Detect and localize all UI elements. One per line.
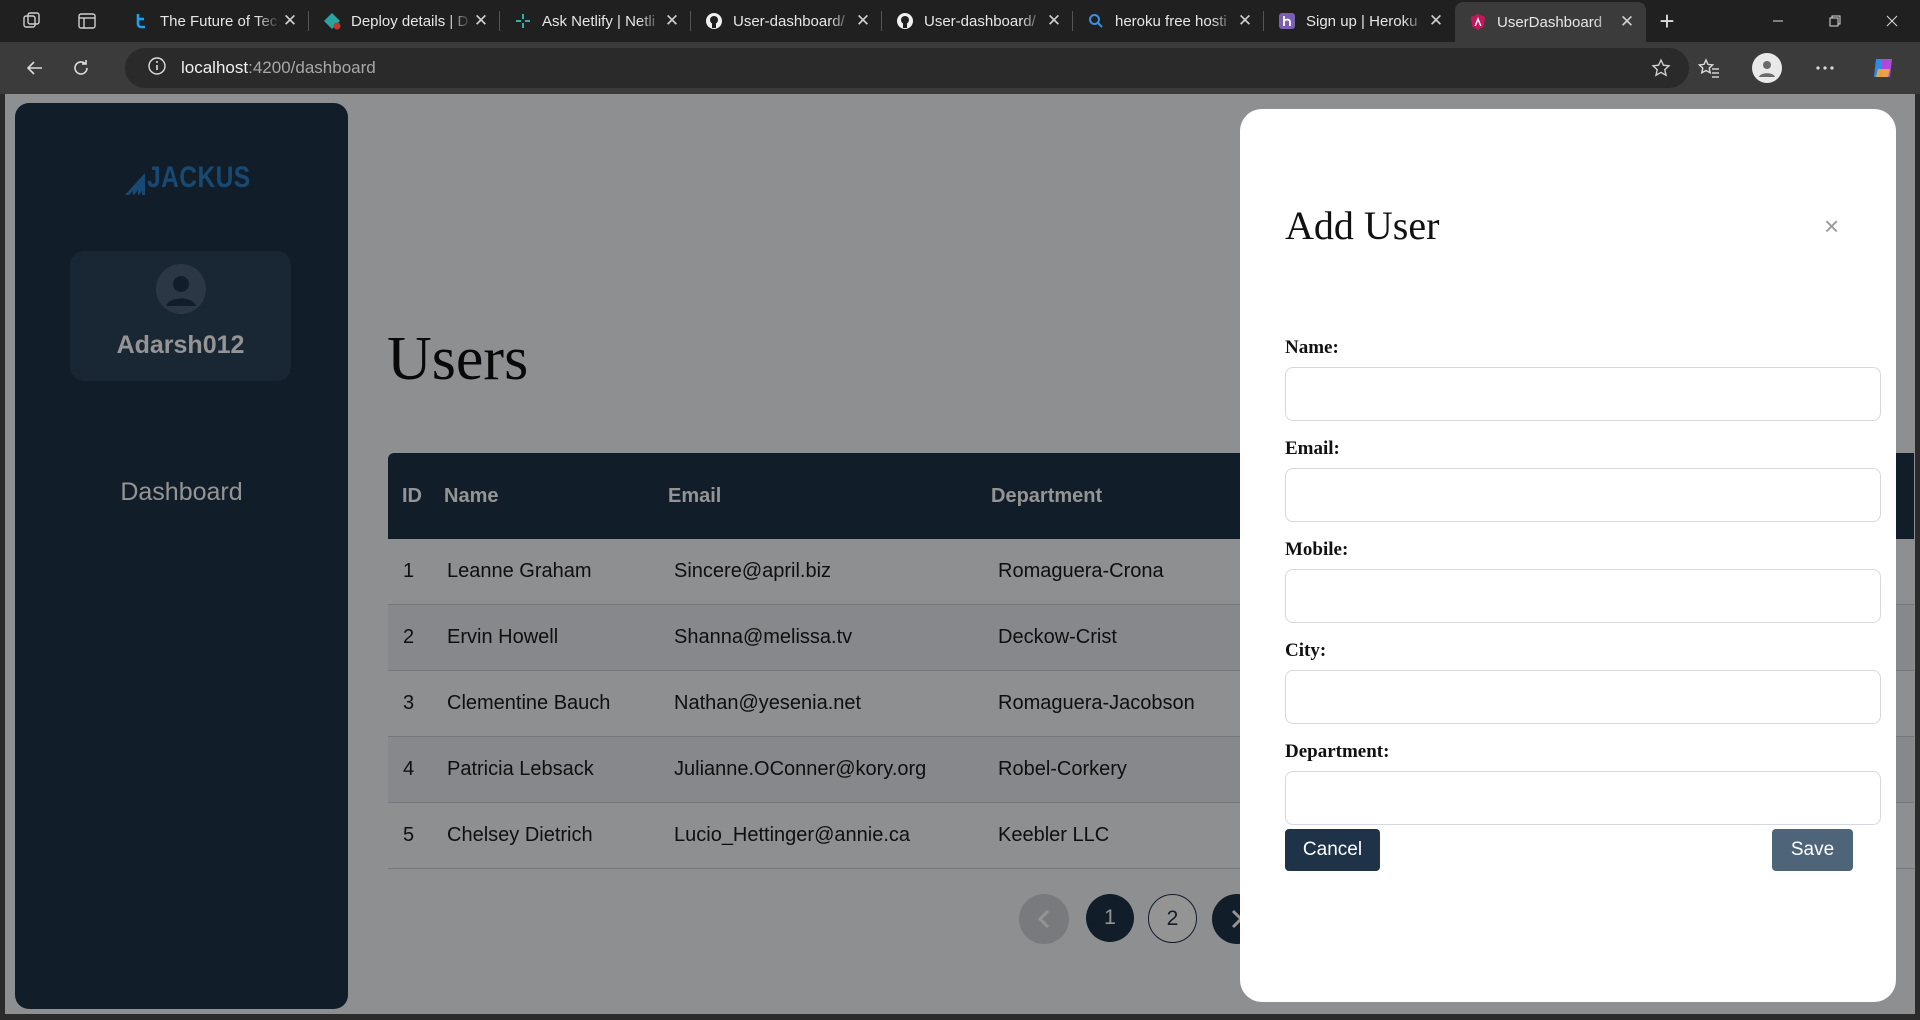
site-info-icon[interactable] (147, 56, 167, 81)
github-icon (705, 12, 723, 30)
favorites-icon[interactable] (1680, 48, 1738, 88)
name-label: Name: (1285, 337, 1339, 358)
browser-tab[interactable]: heroku free hosti ✕ (1073, 0, 1264, 42)
page-viewport: JACKUS Adarsh012 Dashboard Users ID Name… (5, 94, 1915, 1014)
close-tab-icon[interactable]: ✕ (472, 11, 490, 31)
copilot-icon[interactable] (1854, 48, 1912, 88)
department-field[interactable] (1285, 771, 1881, 825)
browser-tab-active[interactable]: UserDashboard ✕ (1455, 2, 1646, 42)
angular-icon (1469, 13, 1487, 31)
close-tab-icon[interactable]: ✕ (1427, 11, 1445, 31)
favorite-star-icon[interactable] (1651, 58, 1671, 83)
workspaces-icon[interactable] (0, 0, 64, 42)
cancel-button[interactable]: Cancel (1285, 829, 1380, 871)
modal-title: Add User (1285, 203, 1440, 248)
profile-avatar-icon[interactable] (1738, 48, 1796, 88)
browser-tab[interactable]: Ask Netlify | Netli ✕ (500, 0, 691, 42)
minimize-icon[interactable] (1749, 0, 1806, 42)
email-label: Email: (1285, 438, 1340, 459)
city-field[interactable] (1285, 670, 1881, 724)
restore-icon[interactable] (1806, 0, 1863, 42)
heroku-icon (1278, 12, 1296, 30)
city-label: City: (1285, 640, 1327, 661)
browser-tab[interactable]: Deploy details | D ✕ (309, 0, 500, 42)
address-bar[interactable]: localhost:4200/dashboard (125, 48, 1689, 88)
add-user-modal: Add User × Name: Email: Mobile: City: De… (1240, 109, 1896, 1002)
github-icon (896, 12, 914, 30)
close-tab-icon[interactable]: ✕ (1236, 11, 1254, 31)
browser-tab[interactable]: Sign up | Heroku ✕ (1264, 0, 1455, 42)
tab-actions-icon[interactable] (64, 0, 110, 42)
url-text: localhost:4200/dashboard (181, 58, 376, 77)
close-tab-icon[interactable]: ✕ (1045, 11, 1063, 31)
department-label: Department: (1285, 741, 1390, 762)
browser-tab[interactable]: User-dashboard/ ✕ (691, 0, 882, 42)
netlify-icon (514, 12, 532, 30)
browser-tab[interactable]: User-dashboard/ ✕ (882, 0, 1073, 42)
close-icon[interactable]: × (1824, 211, 1839, 242)
search-icon (1087, 12, 1105, 30)
tech-icon (132, 12, 150, 30)
email-field[interactable] (1285, 468, 1881, 522)
new-tab-button[interactable]: + (1646, 0, 1688, 42)
close-window-icon[interactable] (1863, 0, 1920, 42)
mobile-label: Mobile: (1285, 539, 1349, 560)
back-icon[interactable] (12, 48, 58, 88)
more-options-icon[interactable] (1796, 48, 1854, 88)
browser-tab[interactable]: The Future of Tec ✕ (118, 0, 309, 42)
close-tab-icon[interactable]: ✕ (1618, 12, 1636, 32)
refresh-icon[interactable] (58, 48, 104, 88)
close-tab-icon[interactable]: ✕ (281, 11, 299, 31)
close-tab-icon[interactable]: ✕ (663, 11, 681, 31)
save-button[interactable]: Save (1772, 829, 1853, 871)
name-field[interactable] (1285, 367, 1881, 421)
netlify-deploy-icon (323, 12, 341, 30)
browser-tab-strip: The Future of Tec ✕ Deploy details | D ✕… (0, 0, 1920, 42)
browser-toolbar: localhost:4200/dashboard (0, 42, 1920, 94)
mobile-field[interactable] (1285, 569, 1881, 623)
close-tab-icon[interactable]: ✕ (854, 11, 872, 31)
